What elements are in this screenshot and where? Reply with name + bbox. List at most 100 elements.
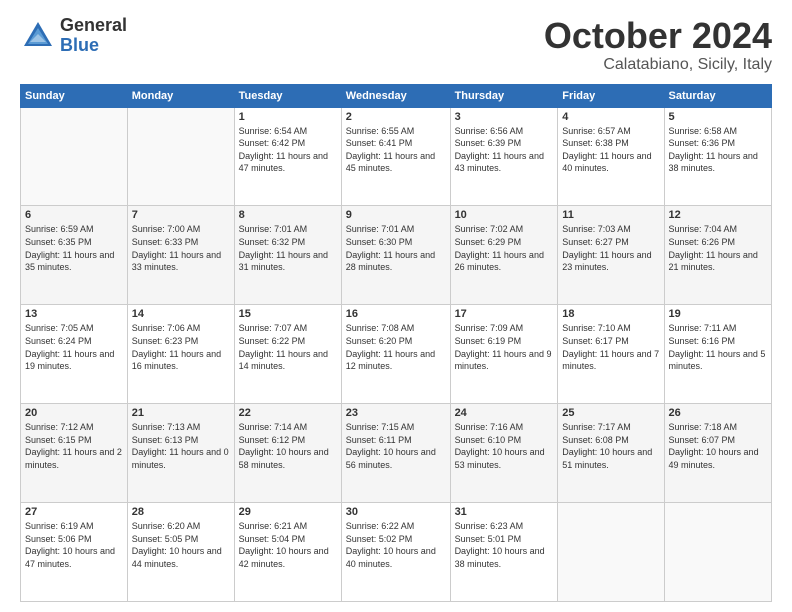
- calendar-cell: 13 Sunrise: 7:05 AM Sunset: 6:24 PM Dayli…: [21, 305, 128, 404]
- day-info: Sunrise: 7:06 AM Sunset: 6:23 PM Dayligh…: [132, 322, 230, 372]
- day-info: Sunrise: 7:00 AM Sunset: 6:33 PM Dayligh…: [132, 223, 230, 273]
- calendar-cell: 5 Sunrise: 6:58 AM Sunset: 6:36 PM Daylig…: [664, 107, 771, 206]
- day-info: Sunrise: 7:03 AM Sunset: 6:27 PM Dayligh…: [562, 223, 659, 273]
- week-row-4: 20Sunrise: 7:12 AM Sunset: 6:15 PM Dayli…: [21, 404, 772, 503]
- calendar-cell: 4 Sunrise: 6:57 AM Sunset: 6:38 PM Daylig…: [558, 107, 664, 206]
- day-number: 31: [455, 506, 554, 518]
- day-info: Sunrise: 7:07 AM Sunset: 6:22 PM Dayligh…: [239, 322, 337, 372]
- logo-blue: Blue: [60, 36, 127, 56]
- title-block: October 2024 Calatabiano, Sicily, Italy: [544, 16, 772, 74]
- col-sunday: Sunday: [21, 84, 128, 107]
- calendar-cell: [558, 503, 664, 602]
- calendar-cell: 20Sunrise: 7:12 AM Sunset: 6:15 PM Dayli…: [21, 404, 128, 503]
- day-number: 17: [455, 308, 554, 320]
- calendar-cell: 12 Sunrise: 7:04 AM Sunset: 6:26 PM Dayli…: [664, 206, 771, 305]
- day-number: 11: [562, 209, 659, 221]
- day-number: 15: [239, 308, 337, 320]
- day-number: 7: [132, 209, 230, 221]
- col-wednesday: Wednesday: [341, 84, 450, 107]
- location-subtitle: Calatabiano, Sicily, Italy: [544, 56, 772, 74]
- calendar-cell: 8Sunrise: 7:01 AM Sunset: 6:32 PM Daylig…: [234, 206, 341, 305]
- day-info: Sunrise: 6:19 AM Sunset: 5:06 PM Dayligh…: [25, 520, 123, 570]
- col-thursday: Thursday: [450, 84, 558, 107]
- calendar-cell: 19 Sunrise: 7:11 AM Sunset: 6:16 PM Dayli…: [664, 305, 771, 404]
- calendar-cell: 25 Sunrise: 7:17 AM Sunset: 6:08 PM Dayli…: [558, 404, 664, 503]
- calendar-header-row: Sunday Monday Tuesday Wednesday Thursday…: [21, 84, 772, 107]
- day-info: Sunrise: 7:05 AM Sunset: 6:24 PM Dayligh…: [25, 322, 123, 372]
- day-info: Sunrise: 7:08 AM Sunset: 6:20 PM Dayligh…: [346, 322, 446, 372]
- day-number: 13: [25, 308, 123, 320]
- day-number: 28: [132, 506, 230, 518]
- day-info: Sunrise: 7:04 AM Sunset: 6:26 PM Dayligh…: [669, 223, 767, 273]
- calendar-cell: 14 Sunrise: 7:06 AM Sunset: 6:23 PM Dayli…: [127, 305, 234, 404]
- calendar-cell: 15 Sunrise: 7:07 AM Sunset: 6:22 PM Dayli…: [234, 305, 341, 404]
- day-number: 10: [455, 209, 554, 221]
- week-row-2: 6Sunrise: 6:59 AM Sunset: 6:35 PM Daylig…: [21, 206, 772, 305]
- calendar-cell: 29Sunrise: 6:21 AM Sunset: 5:04 PM Dayli…: [234, 503, 341, 602]
- calendar-cell: 11 Sunrise: 7:03 AM Sunset: 6:27 PM Dayli…: [558, 206, 664, 305]
- day-number: 16: [346, 308, 446, 320]
- header: General Blue October 2024 Calatabiano, S…: [20, 16, 772, 74]
- day-number: 1: [239, 111, 337, 123]
- day-number: 4: [562, 111, 659, 123]
- calendar-cell: [21, 107, 128, 206]
- calendar-cell: 1Sunrise: 6:54 AM Sunset: 6:42 PM Daylig…: [234, 107, 341, 206]
- day-number: 18: [562, 308, 659, 320]
- calendar-cell: 31 Sunrise: 6:23 AM Sunset: 5:01 PM Dayli…: [450, 503, 558, 602]
- day-info: Sunrise: 7:16 AM Sunset: 6:10 PM Dayligh…: [455, 421, 554, 471]
- calendar-cell: [127, 107, 234, 206]
- col-saturday: Saturday: [664, 84, 771, 107]
- day-info: Sunrise: 7:17 AM Sunset: 6:08 PM Dayligh…: [562, 421, 659, 471]
- col-tuesday: Tuesday: [234, 84, 341, 107]
- day-info: Sunrise: 6:57 AM Sunset: 6:38 PM Dayligh…: [562, 125, 659, 175]
- day-number: 24: [455, 407, 554, 419]
- calendar-cell: [664, 503, 771, 602]
- week-row-5: 27Sunrise: 6:19 AM Sunset: 5:06 PM Dayli…: [21, 503, 772, 602]
- calendar-cell: 3Sunrise: 6:56 AM Sunset: 6:39 PM Daylig…: [450, 107, 558, 206]
- day-number: 19: [669, 308, 767, 320]
- day-info: Sunrise: 6:23 AM Sunset: 5:01 PM Dayligh…: [455, 520, 554, 570]
- day-number: 25: [562, 407, 659, 419]
- day-info: Sunrise: 6:20 AM Sunset: 5:05 PM Dayligh…: [132, 520, 230, 570]
- day-info: Sunrise: 7:01 AM Sunset: 6:30 PM Dayligh…: [346, 223, 446, 273]
- calendar-cell: 27Sunrise: 6:19 AM Sunset: 5:06 PM Dayli…: [21, 503, 128, 602]
- logo: General Blue: [20, 16, 127, 56]
- col-monday: Monday: [127, 84, 234, 107]
- page: General Blue October 2024 Calatabiano, S…: [0, 0, 792, 612]
- day-info: Sunrise: 7:13 AM Sunset: 6:13 PM Dayligh…: [132, 421, 230, 471]
- day-info: Sunrise: 7:09 AM Sunset: 6:19 PM Dayligh…: [455, 322, 554, 372]
- day-info: Sunrise: 7:01 AM Sunset: 6:32 PM Dayligh…: [239, 223, 337, 273]
- day-number: 23: [346, 407, 446, 419]
- day-number: 12: [669, 209, 767, 221]
- day-number: 3: [455, 111, 554, 123]
- day-number: 21: [132, 407, 230, 419]
- calendar-cell: 6Sunrise: 6:59 AM Sunset: 6:35 PM Daylig…: [21, 206, 128, 305]
- calendar-cell: 2Sunrise: 6:55 AM Sunset: 6:41 PM Daylig…: [341, 107, 450, 206]
- calendar-cell: 7 Sunrise: 7:00 AM Sunset: 6:33 PM Daylig…: [127, 206, 234, 305]
- calendar-cell: 9 Sunrise: 7:01 AM Sunset: 6:30 PM Daylig…: [341, 206, 450, 305]
- calendar-cell: 17 Sunrise: 7:09 AM Sunset: 6:19 PM Dayli…: [450, 305, 558, 404]
- calendar-cell: 21 Sunrise: 7:13 AM Sunset: 6:13 PM Dayli…: [127, 404, 234, 503]
- logo-text: General Blue: [60, 16, 127, 56]
- day-info: Sunrise: 7:14 AM Sunset: 6:12 PM Dayligh…: [239, 421, 337, 471]
- calendar-cell: 26Sunrise: 7:18 AM Sunset: 6:07 PM Dayli…: [664, 404, 771, 503]
- day-info: Sunrise: 7:02 AM Sunset: 6:29 PM Dayligh…: [455, 223, 554, 273]
- day-info: Sunrise: 7:11 AM Sunset: 6:16 PM Dayligh…: [669, 322, 767, 372]
- week-row-3: 13 Sunrise: 7:05 AM Sunset: 6:24 PM Dayli…: [21, 305, 772, 404]
- col-friday: Friday: [558, 84, 664, 107]
- day-number: 30: [346, 506, 446, 518]
- calendar-cell: 16 Sunrise: 7:08 AM Sunset: 6:20 PM Dayli…: [341, 305, 450, 404]
- day-number: 14: [132, 308, 230, 320]
- calendar-cell: 30Sunrise: 6:22 AM Sunset: 5:02 PM Dayli…: [341, 503, 450, 602]
- day-info: Sunrise: 6:58 AM Sunset: 6:36 PM Dayligh…: [669, 125, 767, 175]
- logo-general: General: [60, 16, 127, 36]
- day-number: 29: [239, 506, 337, 518]
- week-row-1: 1Sunrise: 6:54 AM Sunset: 6:42 PM Daylig…: [21, 107, 772, 206]
- day-number: 5: [669, 111, 767, 123]
- logo-icon: [20, 18, 56, 54]
- day-number: 9: [346, 209, 446, 221]
- calendar-cell: 18Sunrise: 7:10 AM Sunset: 6:17 PM Dayli…: [558, 305, 664, 404]
- day-info: Sunrise: 6:55 AM Sunset: 6:41 PM Dayligh…: [346, 125, 446, 175]
- day-info: Sunrise: 7:18 AM Sunset: 6:07 PM Dayligh…: [669, 421, 767, 471]
- day-number: 20: [25, 407, 123, 419]
